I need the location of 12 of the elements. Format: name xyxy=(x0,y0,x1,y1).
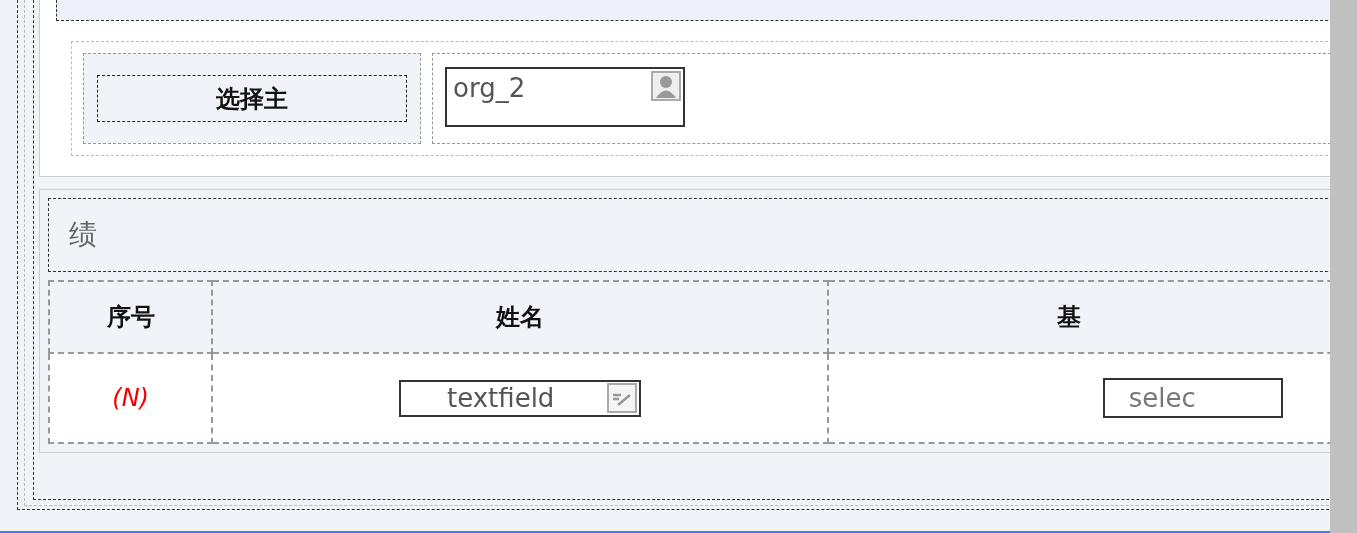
column-header: 序号 xyxy=(49,281,213,353)
select-button[interactable]: 选择主 xyxy=(97,75,407,122)
org-field[interactable]: org_2 xyxy=(445,67,685,127)
column-header: 姓名 xyxy=(212,281,828,353)
text-field[interactable]: textfield xyxy=(398,379,641,417)
scrollbar[interactable] xyxy=(1330,0,1357,533)
section-title: 绩 xyxy=(69,217,97,253)
column-header: 基 xyxy=(827,281,1330,353)
row-index: (N) xyxy=(112,384,149,412)
select-field[interactable]: selec xyxy=(1102,378,1283,418)
user-icon[interactable] xyxy=(651,71,681,101)
edit-icon[interactable] xyxy=(606,383,637,413)
